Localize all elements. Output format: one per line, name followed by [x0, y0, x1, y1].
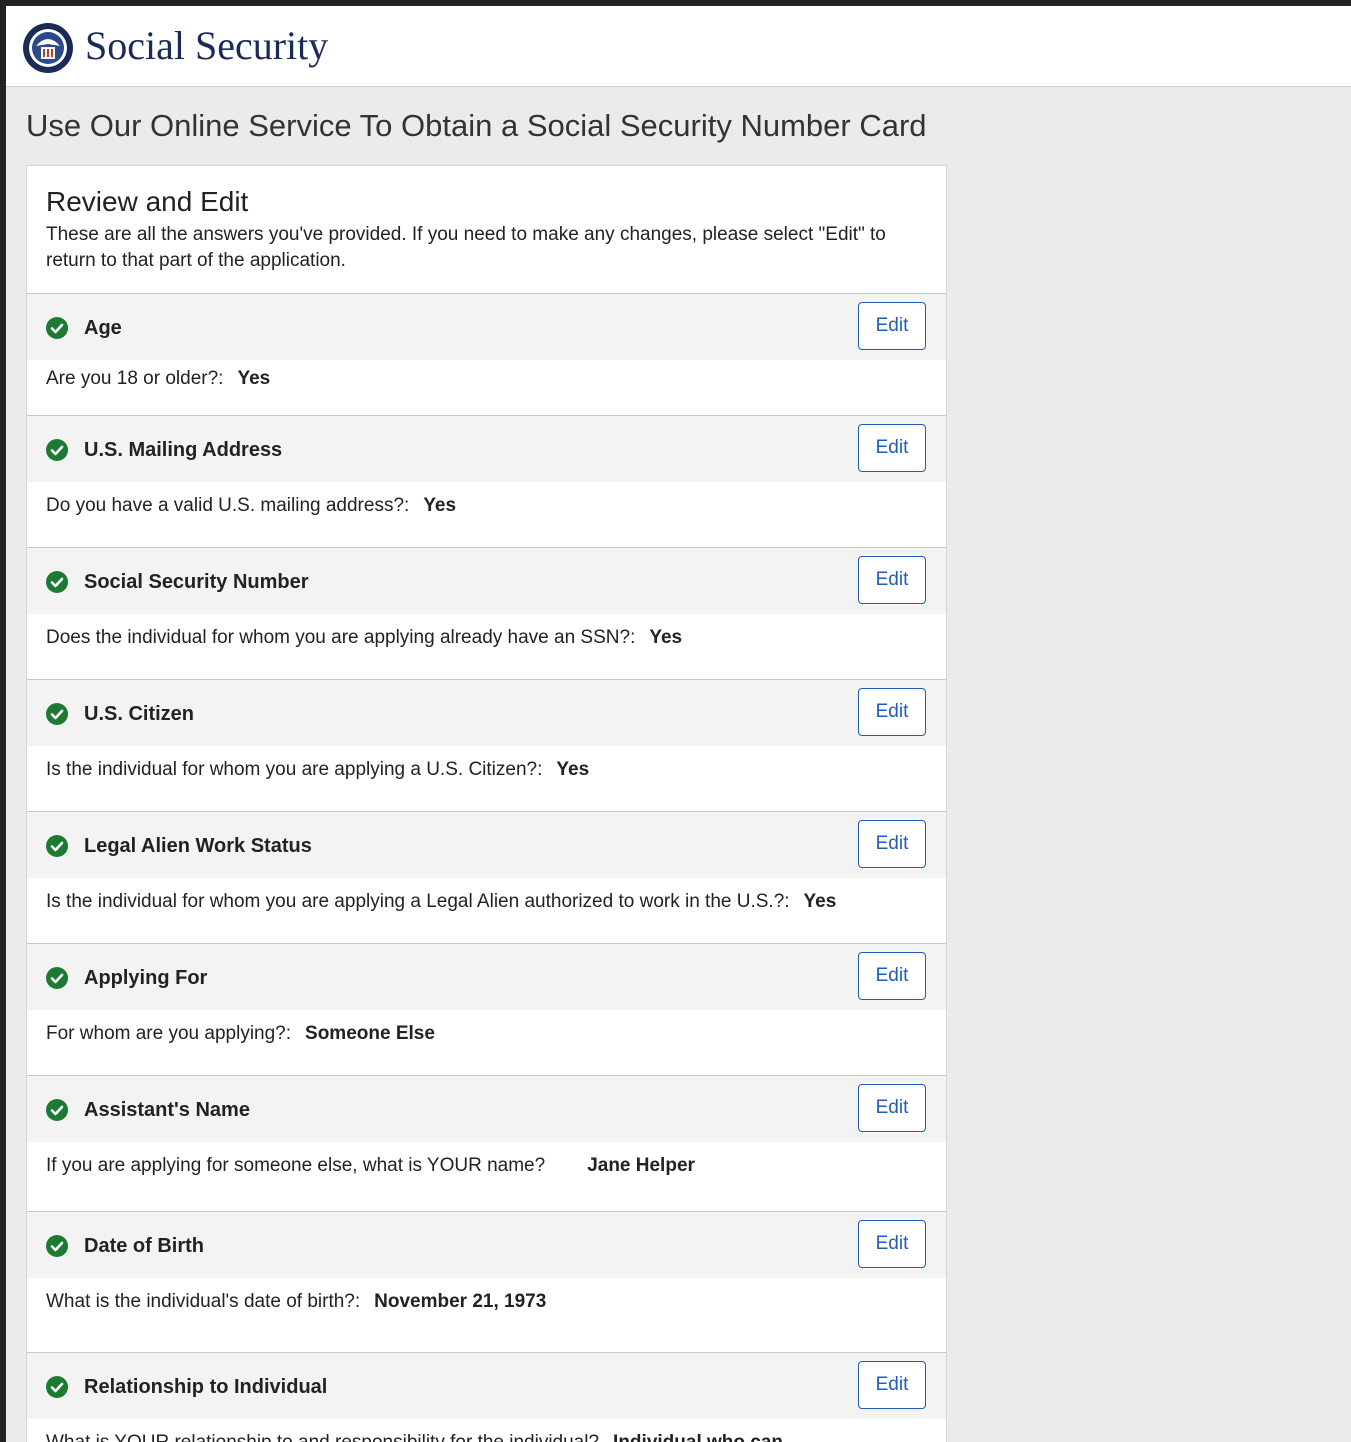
ssa-seal-icon[interactable] [22, 22, 74, 74]
check-circle-icon [46, 703, 68, 725]
check-circle-icon [46, 1376, 68, 1398]
section-title: Legal Alien Work Status [84, 835, 312, 857]
edit-button-relationship[interactable]: Edit [858, 1361, 926, 1409]
edit-button-citizen[interactable]: Edit [858, 688, 926, 736]
check-circle-icon [46, 835, 68, 857]
review-section-applying-for: Applying For Edit For whom are you apply… [27, 944, 946, 1076]
browser-frame: Social Security Use Our Online Service T… [0, 0, 1351, 1442]
question-text: If you are applying for someone else, wh… [46, 1155, 546, 1176]
check-circle-icon [46, 1235, 68, 1257]
check-circle-icon [46, 967, 68, 989]
section-answer-row: What is the individual's date of birth?:… [27, 1278, 946, 1315]
question-text: Are you 18 or older?: [46, 368, 224, 389]
answer-text: Yes [237, 368, 271, 389]
section-answer-row: Does the individual for whom you are app… [27, 614, 946, 651]
section-header: Legal Alien Work Status Edit [27, 812, 946, 878]
answer-text: Someone Else [305, 1023, 435, 1044]
question-text: Is the individual for whom you are apply… [46, 759, 543, 780]
brand-name[interactable]: Social Security [85, 20, 328, 72]
review-section-age: Age Edit Are you 18 or older?: Yes [27, 294, 946, 416]
section-answer-row: Do you have a valid U.S. mailing address… [27, 482, 946, 519]
answer-text: Yes [423, 495, 457, 516]
section-answer-row: What is YOUR relationship to and respons… [27, 1419, 946, 1442]
review-instructions: These are all the answers you've provide… [46, 224, 886, 271]
section-title: Relationship to Individual [84, 1376, 328, 1398]
section-header: U.S. Citizen Edit [27, 680, 946, 746]
review-section-legal-alien: Legal Alien Work Status Edit Is the indi… [27, 812, 946, 944]
check-circle-icon [46, 571, 68, 593]
section-header: Date of Birth Edit [27, 1212, 946, 1278]
section-title: Applying For [84, 967, 208, 989]
review-heading: Review and Edit [46, 186, 249, 217]
question-text: What is YOUR relationship to and respons… [46, 1432, 599, 1442]
section-title: Age [84, 317, 122, 339]
edit-button-ssn[interactable]: Edit [858, 556, 926, 604]
question-text: Is the individual for whom you are apply… [46, 891, 790, 912]
section-title: Social Security Number [84, 571, 309, 593]
check-circle-icon [46, 1099, 68, 1121]
check-circle-icon [46, 317, 68, 339]
edit-button-legal-alien[interactable]: Edit [858, 820, 926, 868]
answer-text: Yes [556, 759, 590, 780]
section-header: Age Edit [27, 294, 946, 360]
review-section-assistant-name: Assistant's Name Edit If you are applyin… [27, 1076, 946, 1212]
answer-text: Jane Helper [587, 1155, 695, 1176]
site-header: Social Security [6, 6, 1351, 87]
edit-button-date-of-birth[interactable]: Edit [858, 1220, 926, 1268]
review-section-relationship: Relationship to Individual Edit What is … [27, 1353, 946, 1442]
section-title: U.S. Citizen [84, 703, 195, 725]
review-section-citizen: U.S. Citizen Edit Is the individual for … [27, 680, 946, 812]
section-header: Relationship to Individual Edit [27, 1353, 946, 1419]
section-answer-row: Is the individual for whom you are apply… [27, 878, 946, 915]
question-text: Do you have a valid U.S. mailing address… [46, 495, 410, 516]
page-title: Use Our Online Service To Obtain a Socia… [26, 108, 927, 143]
section-header: Assistant's Name Edit [27, 1076, 946, 1142]
section-answer-row: For whom are you applying?: Someone Else [27, 1010, 946, 1047]
answer-text: Yes [649, 627, 683, 648]
section-answer-row: If you are applying for someone else, wh… [27, 1142, 946, 1179]
review-intro: Review and Edit These are all the answer… [27, 166, 946, 294]
section-answer-row: Are you 18 or older?: Yes [27, 360, 946, 392]
edit-button-mailing-address[interactable]: Edit [858, 424, 926, 472]
check-circle-icon [46, 439, 68, 461]
edit-button-assistant-name[interactable]: Edit [858, 1084, 926, 1132]
answer-text: November 21, 1973 [374, 1291, 547, 1312]
section-answer-row: Is the individual for whom you are apply… [27, 746, 946, 783]
review-card: Review and Edit These are all the answer… [26, 165, 947, 1442]
section-title: Assistant's Name [84, 1099, 250, 1121]
question-text: Does the individual for whom you are app… [46, 627, 636, 648]
review-section-ssn: Social Security Number Edit Does the ind… [27, 548, 946, 680]
section-title: Date of Birth [84, 1235, 204, 1257]
edit-button-applying-for[interactable]: Edit [858, 952, 926, 1000]
answer-text: Individual who can [613, 1432, 783, 1442]
section-header: Applying For Edit [27, 944, 946, 1010]
review-section-date-of-birth: Date of Birth Edit What is the individua… [27, 1212, 946, 1353]
answer-text: Yes [803, 891, 837, 912]
section-header: Social Security Number Edit [27, 548, 946, 614]
edit-button-age[interactable]: Edit [858, 302, 926, 350]
section-header: U.S. Mailing Address Edit [27, 416, 946, 482]
section-title: U.S. Mailing Address [84, 439, 283, 461]
review-section-mailing-address: U.S. Mailing Address Edit Do you have a … [27, 416, 946, 548]
question-text: What is the individual's date of birth?: [46, 1291, 361, 1312]
question-text: For whom are you applying?: [46, 1023, 292, 1044]
